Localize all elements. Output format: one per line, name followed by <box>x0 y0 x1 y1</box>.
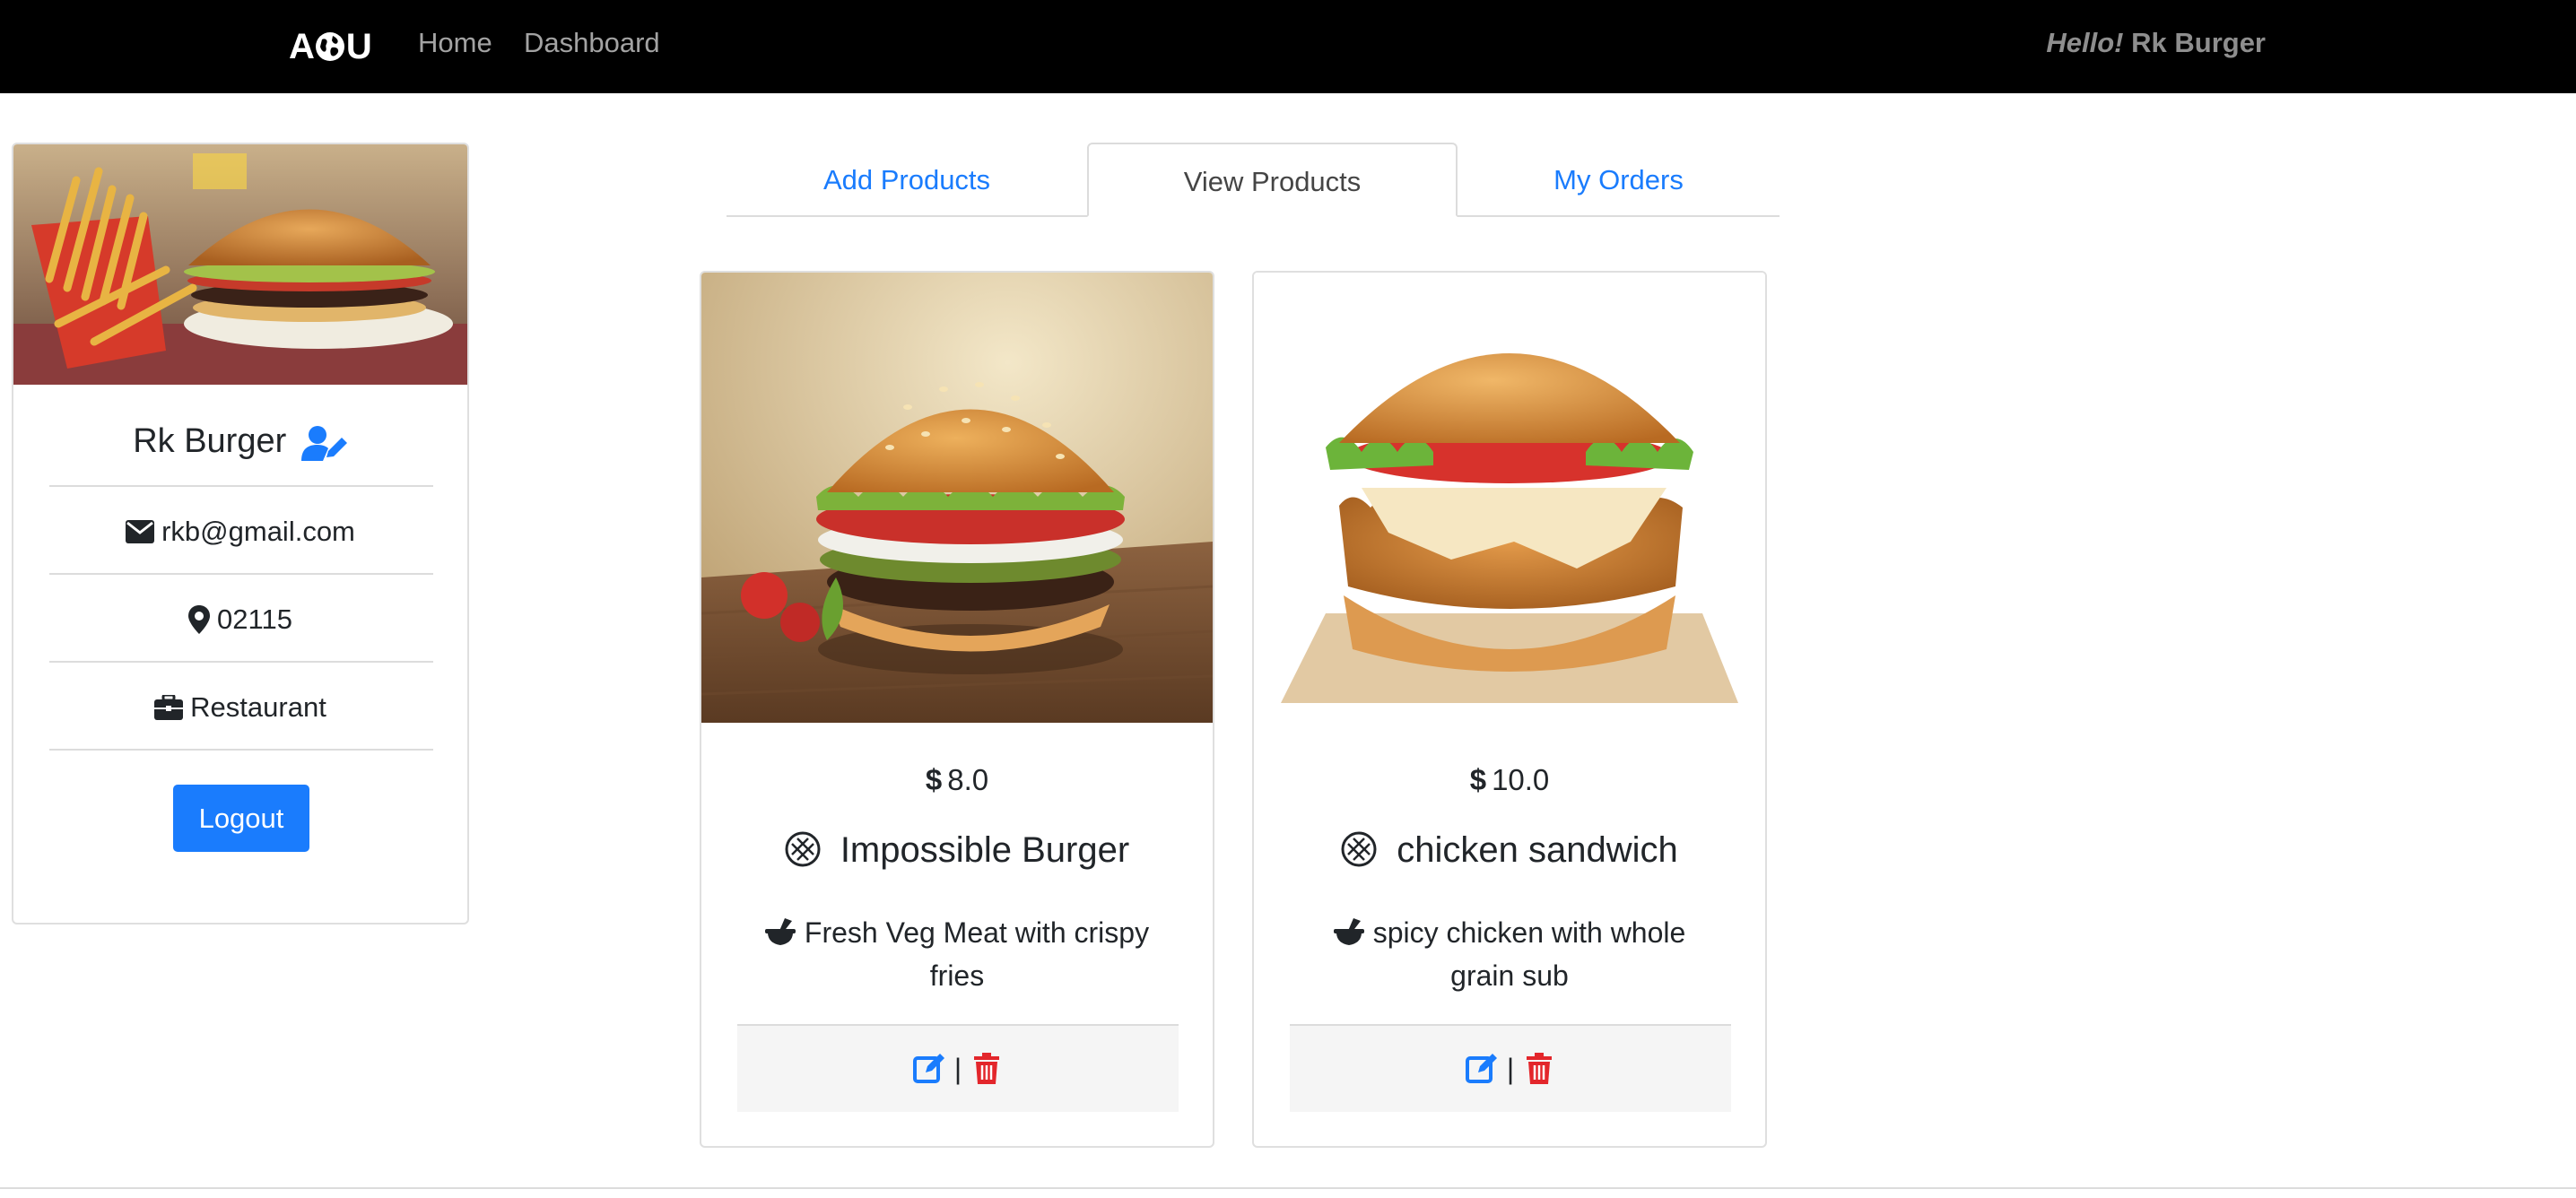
user-edit-icon[interactable] <box>300 425 348 461</box>
tab-add-products[interactable]: Add Products <box>727 143 1087 217</box>
product-description: Fresh Veg Meat with crispy fries <box>804 916 1150 992</box>
tab-view-products[interactable]: View Products <box>1087 143 1458 217</box>
profile-divider <box>49 661 433 663</box>
product-actions: | <box>1290 1024 1731 1112</box>
user-greeting: Hello! Rk Burger <box>2046 23 2266 63</box>
dollar-icon: $ <box>1469 763 1487 796</box>
dollar-icon: $ <box>925 763 943 796</box>
profile-divider <box>49 485 433 487</box>
brand-logo[interactable]: A U <box>289 22 372 72</box>
action-separator: | <box>1506 1052 1515 1085</box>
mortar-pestle-icon <box>1333 917 1364 945</box>
edit-icon[interactable] <box>912 1053 945 1085</box>
map-marker-icon <box>188 604 211 634</box>
product-description-row: Fresh Veg Meat with crispy fries <box>755 911 1159 997</box>
product-price: $10.0 <box>1254 760 1765 800</box>
tab-my-orders[interactable]: My Orders <box>1458 143 1780 217</box>
product-description-row: spicy chicken with whole grain sub <box>1308 911 1711 997</box>
product-description: spicy chicken with whole grain sub <box>1372 916 1686 992</box>
product-name: Impossible Burger <box>840 830 1130 870</box>
profile-card: Rk Burger rkb@gmail.com 02115 Restaurant… <box>12 143 469 925</box>
profile-name-row: Rk Burger <box>13 419 467 464</box>
product-price-value: 10.0 <box>1492 763 1550 796</box>
greeting-name: Rk Burger <box>2131 27 2266 58</box>
profile-burger-image <box>13 144 467 385</box>
globe-icon <box>315 32 344 61</box>
profile-email: rkb@gmail.com <box>161 516 355 547</box>
trash-icon[interactable] <box>970 1053 1003 1085</box>
product-card: $10.0 chicken sandwich spicy chicken wit… <box>1252 271 1767 1148</box>
page-bottom-divider <box>0 1187 2576 1189</box>
mortar-pestle-icon <box>764 917 796 945</box>
profile-divider <box>49 749 433 751</box>
profile-divider <box>49 573 433 575</box>
brand-letter-u: U <box>345 26 372 66</box>
nav-link-dashboard[interactable]: Dashboard <box>524 23 660 63</box>
product-name-row: Impossible Burger <box>701 825 1213 875</box>
brand-letter-a: A <box>289 26 315 66</box>
logout-button[interactable]: Logout <box>173 785 309 852</box>
profile-email-row: rkb@gmail.com <box>13 512 467 551</box>
cookie-icon <box>785 831 821 867</box>
product-name-row: chicken sandwich <box>1254 825 1765 875</box>
action-separator: | <box>953 1052 962 1085</box>
profile-type: Restaurant <box>190 691 326 723</box>
product-card: $8.0 Impossible Burger Fresh Veg Meat wi… <box>700 271 1214 1148</box>
trash-icon[interactable] <box>1523 1053 1555 1085</box>
cookie-icon <box>1341 831 1377 867</box>
product-actions: | <box>737 1024 1179 1112</box>
product-image-impossible-burger <box>701 273 1213 723</box>
product-price: $8.0 <box>701 760 1213 800</box>
profile-name: Rk Burger <box>133 422 287 460</box>
briefcase-icon <box>154 694 184 720</box>
envelope-icon <box>126 519 155 543</box>
product-name: chicken sandwich <box>1397 830 1678 870</box>
greeting-prefix: Hello! <box>2046 27 2124 58</box>
profile-zip-row: 02115 <box>13 600 467 639</box>
product-image-chicken-sandwich <box>1254 273 1765 723</box>
product-price-value: 8.0 <box>947 763 989 796</box>
profile-type-row: Restaurant <box>13 688 467 727</box>
nav-link-home[interactable]: Home <box>418 23 492 63</box>
edit-icon[interactable] <box>1465 1053 1498 1085</box>
profile-zip: 02115 <box>217 603 292 635</box>
top-navbar: A U Home Dashboard Hello! Rk Burger <box>0 0 2576 93</box>
